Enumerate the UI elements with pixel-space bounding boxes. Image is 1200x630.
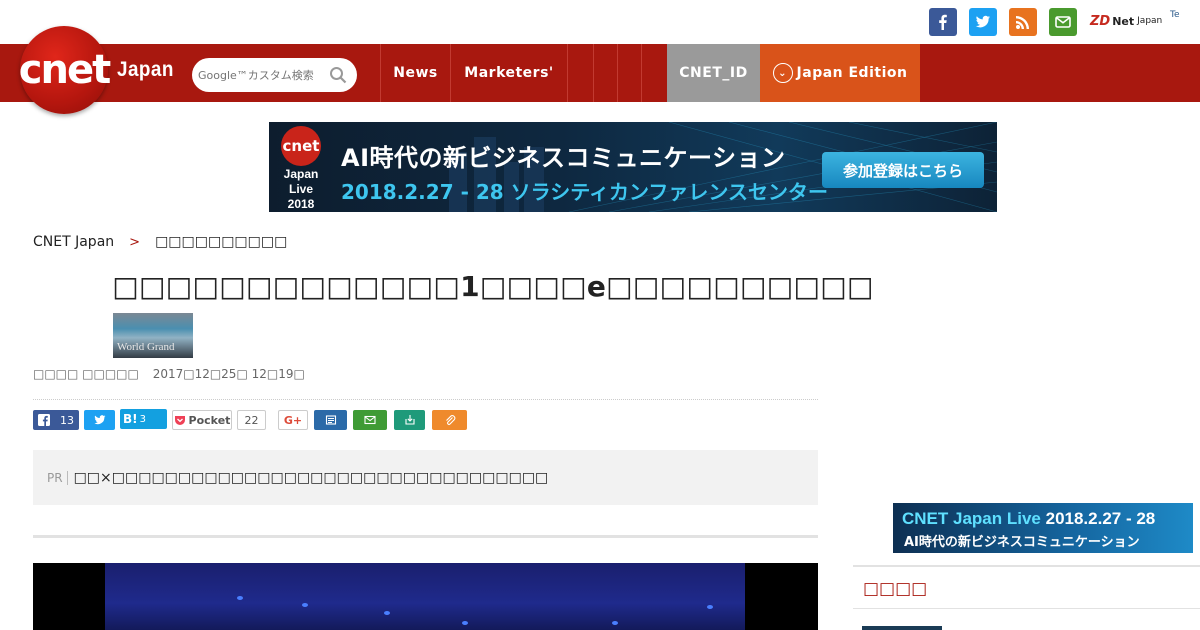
content-divider xyxy=(33,535,818,538)
top-banner-ad[interactable]: cnet Japan Live 2018 AI時代の新ビジネスコミュニケーション… xyxy=(269,122,997,212)
breadcrumb-home[interactable]: CNET Japan xyxy=(33,234,114,250)
facebook-icon[interactable] xyxy=(929,8,957,36)
breadcrumb-separator: > xyxy=(129,234,141,250)
banner-register-button[interactable]: 参加登録はこちら xyxy=(822,152,984,188)
stage-light xyxy=(462,621,468,625)
pr-label: PR xyxy=(47,470,68,485)
paperclip-icon xyxy=(445,415,455,425)
byline-divider xyxy=(33,399,818,400)
search-box[interactable] xyxy=(192,58,357,92)
logo-japan-label: Japan xyxy=(117,58,174,81)
nav-news-label: News xyxy=(393,65,438,81)
nav-divider-2 xyxy=(593,44,617,102)
banner-headline: AI時代の新ビジネスコミュニケーション xyxy=(341,144,786,172)
article-date: 2017□12□25□ 12□19□ xyxy=(152,367,305,381)
sidebar-ad-date: 2018.2.27 - 28 xyxy=(1045,509,1156,528)
rss-icon[interactable] xyxy=(1009,8,1037,36)
zdnet-label: Net xyxy=(1112,14,1135,28)
facebook-share-count: 13 xyxy=(60,413,74,427)
clip-button[interactable] xyxy=(432,410,467,430)
print-icon xyxy=(325,415,336,425)
banner-logo-line-3: 2018 xyxy=(287,197,315,211)
breadcrumb-current[interactable]: □□□□□□□□□□ xyxy=(155,234,287,250)
hatena-bookmark-button[interactable]: B! 3 xyxy=(120,409,167,429)
stage-light xyxy=(612,621,618,625)
stage-light xyxy=(237,596,243,600)
nav-cnet-id-label: CNET_ID xyxy=(679,65,748,81)
techrepublic-link[interactable]: Te xyxy=(1170,10,1180,20)
print-button[interactable] xyxy=(314,410,347,430)
banner-logo: cnet Japan Live 2018 xyxy=(277,126,325,211)
banner-logo-line-2: Live xyxy=(288,182,313,196)
banner-logo-mark: cnet xyxy=(281,126,321,166)
nav-cnet-id[interactable]: CNET_ID xyxy=(667,44,760,102)
zdnet-japan-link[interactable]: ZD Net Japan xyxy=(1090,9,1162,33)
google-plus-label: G+ xyxy=(283,413,303,427)
sidebar-ad-line-2: AI時代の新ビジネスコミュニケーション xyxy=(904,535,1140,550)
article-thumbnail-text: World Grand xyxy=(117,341,175,353)
save-button[interactable] xyxy=(394,410,425,430)
stage-light xyxy=(707,605,713,609)
hatena-count: 3 xyxy=(139,413,146,425)
stage-light xyxy=(384,611,390,615)
facebook-icon xyxy=(38,414,50,426)
top-bar: ZD Net Japan Te xyxy=(0,0,1200,44)
google-plus-button[interactable]: G+ xyxy=(278,410,308,430)
pocket-label: Pocket xyxy=(188,413,231,427)
nav-divider-1 xyxy=(567,44,593,102)
search-input[interactable] xyxy=(198,68,328,82)
facebook-share-button[interactable]: 13 xyxy=(33,410,79,430)
banner-date-line: 2018.2.27 - 28 ソラシティカンファレンスセンター xyxy=(341,180,829,204)
banner-logo-line-1: Japan xyxy=(283,167,319,181)
pocket-button[interactable]: Pocket xyxy=(172,410,232,430)
article-main-photo[interactable] xyxy=(33,563,818,630)
chevron-down-icon: ⌄ xyxy=(772,63,793,83)
sidebar-ad-line-1: CNET Japan Live 2018.2.27 - 28 xyxy=(902,509,1155,529)
pr-text[interactable]: □□×□□□□□□□□□□□□□□□□□□□□□□□□□□□□□□□□□ xyxy=(74,470,549,486)
search-icon[interactable] xyxy=(329,66,347,84)
twitter-icon[interactable] xyxy=(969,8,997,36)
nav-marketers-label: Marketers' xyxy=(464,65,554,81)
cnet-logo[interactable]: cnet xyxy=(18,26,111,114)
article-author: □□□□ □□□□□ xyxy=(33,367,139,381)
sidebar-section-heading: □□□□ xyxy=(853,565,1200,609)
zdnet-suffix: Japan xyxy=(1137,16,1163,26)
download-icon xyxy=(404,415,415,425)
hatena-label: B! xyxy=(123,412,138,426)
twitter-glyph xyxy=(975,15,990,28)
sidebar-ad-event-name: CNET Japan Live xyxy=(902,509,1041,528)
article-byline: □□□□ □□□□□ 2017□12□25□ 12□19□ xyxy=(33,367,305,381)
techrepublic-label: Te xyxy=(1170,10,1180,20)
nav-edition-selector[interactable]: ⌄ Japan Edition xyxy=(760,44,920,102)
nav-news[interactable]: News xyxy=(380,44,450,102)
mail-icon[interactable] xyxy=(1049,8,1077,36)
photo-content xyxy=(105,563,745,630)
nav-marketers[interactable]: Marketers' xyxy=(450,44,567,102)
sidebar-heading-text: □□□□ xyxy=(863,579,928,599)
email-share-button[interactable] xyxy=(353,410,387,430)
twitter-icon xyxy=(93,415,105,425)
pocket-icon xyxy=(174,416,185,425)
article-title: □□□□□□□□□□□□□1□□□□e□□□□□□□□□□ xyxy=(112,270,874,303)
facebook-glyph xyxy=(939,14,947,30)
sidebar-thumbnail[interactable] xyxy=(862,626,942,630)
pocket-count: 22 xyxy=(237,410,266,430)
nav-divider-4 xyxy=(641,44,667,102)
rss-glyph xyxy=(1016,16,1029,29)
breadcrumb: CNET Japan > □□□□□□□□□□ xyxy=(33,234,287,250)
sidebar-ad[interactable]: CNET Japan Live 2018.2.27 - 28 AI時代の新ビジネ… xyxy=(893,503,1193,553)
mail-glyph xyxy=(1055,16,1071,28)
stage-light xyxy=(302,603,308,607)
email-icon xyxy=(364,415,376,425)
nav-divider-3 xyxy=(617,44,641,102)
pr-box[interactable]: PR □□×□□□□□□□□□□□□□□□□□□□□□□□□□□□□□□□□□ xyxy=(33,450,818,505)
twitter-share-button[interactable] xyxy=(84,410,115,430)
zdnet-prefix: ZD xyxy=(1090,13,1111,29)
article-thumbnail[interactable]: World Grand xyxy=(113,313,193,358)
nav-edition-label: Japan Edition xyxy=(796,65,908,81)
logo-text: cnet xyxy=(18,47,111,93)
